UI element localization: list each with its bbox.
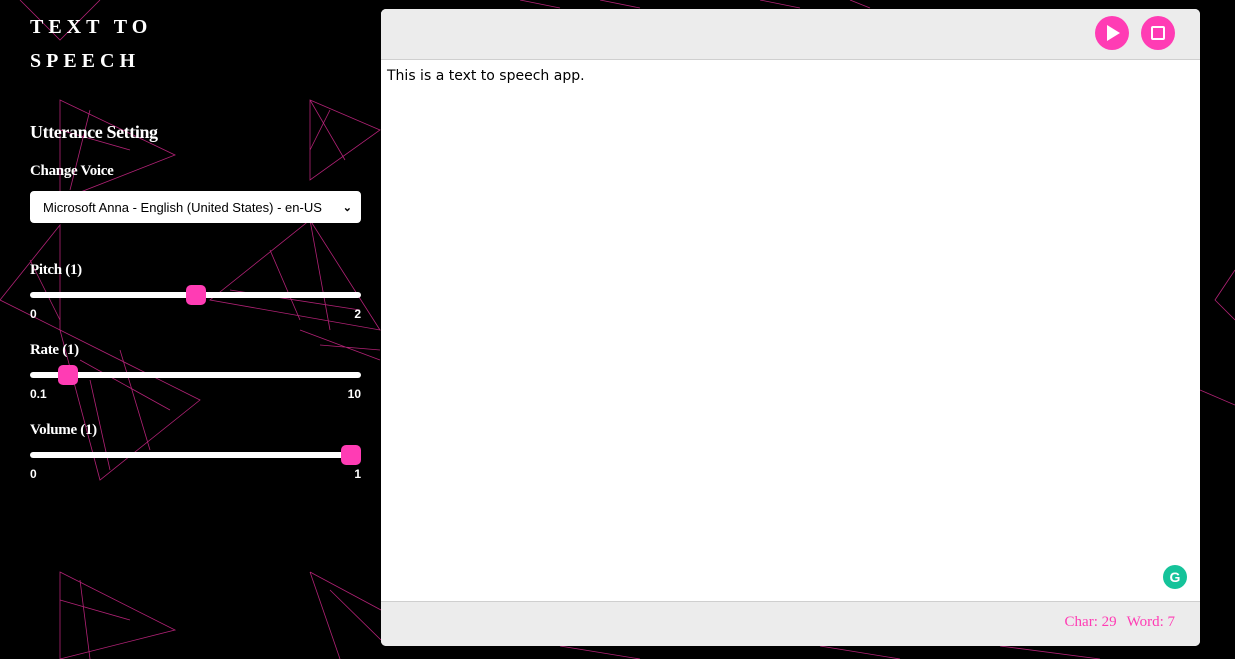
pitch-slider-thumb[interactable] xyxy=(186,285,206,305)
editor-panel: This is a text to speech app. G Char: 29… xyxy=(381,9,1200,646)
volume-min-label: 0 xyxy=(30,467,37,481)
word-count: Word: 7 xyxy=(1126,614,1175,630)
app-title: Text to Speech xyxy=(30,10,152,78)
voice-select[interactable]: Microsoft Anna - English (United States)… xyxy=(30,191,361,223)
rate-label: Rate (1) xyxy=(30,342,79,358)
pitch-min-label: 0 xyxy=(30,307,37,321)
volume-slider-thumb[interactable] xyxy=(341,445,361,465)
char-count: Char: 29 xyxy=(1064,614,1117,630)
play-button[interactable] xyxy=(1095,16,1129,50)
rate-min-label: 0.1 xyxy=(30,387,47,401)
rate-max-label: 10 xyxy=(347,387,361,401)
text-counts: Char: 29 Word: 7 xyxy=(1065,614,1175,631)
stop-icon xyxy=(1151,26,1165,40)
voice-select-value: Microsoft Anna - English (United States)… xyxy=(43,199,322,215)
volume-label: Volume (1) xyxy=(30,422,97,438)
app-title-line-2: Speech xyxy=(30,50,141,72)
pitch-max-label: 2 xyxy=(354,307,361,321)
volume-slider[interactable] xyxy=(30,445,361,465)
stop-button[interactable] xyxy=(1141,16,1175,50)
rate-slider-thumb[interactable] xyxy=(58,365,78,385)
pitch-slider[interactable] xyxy=(30,285,361,305)
volume-max-label: 1 xyxy=(354,467,361,481)
app-title-line-1: Text to xyxy=(30,16,153,38)
rate-slider[interactable] xyxy=(30,365,361,385)
pitch-label: Pitch (1) xyxy=(30,262,82,278)
grammarly-icon[interactable]: G xyxy=(1163,565,1187,589)
editor-footer: Char: 29 Word: 7 xyxy=(381,601,1200,646)
editor-toolbar xyxy=(381,9,1200,60)
change-voice-label: Change Voice xyxy=(30,163,114,179)
speech-text-input[interactable]: This is a text to speech app. xyxy=(381,60,1200,601)
chevron-down-icon: ⌄ xyxy=(342,201,352,214)
play-icon xyxy=(1107,25,1120,41)
utterance-setting-heading: Utterance Setting xyxy=(30,122,158,142)
